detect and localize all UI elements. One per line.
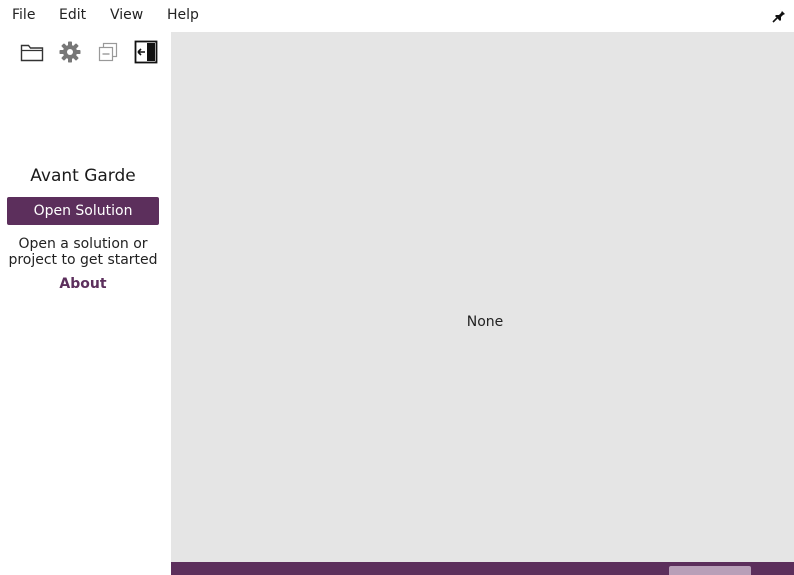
status-bar	[171, 562, 794, 575]
refresh-icon[interactable]	[219, 570, 239, 575]
menu-edit[interactable]: Edit	[59, 7, 86, 23]
menu-file[interactable]: File	[12, 7, 35, 23]
panel-icon[interactable]	[635, 570, 655, 575]
pin-icon[interactable]	[772, 8, 786, 24]
status-field[interactable]	[669, 566, 751, 575]
app-title: Avant Garde	[30, 166, 136, 186]
fullscreen-icon[interactable]	[597, 570, 617, 575]
menu-bar: File Edit View Help	[0, 0, 794, 32]
menu-help[interactable]: Help	[167, 7, 199, 23]
list-icon[interactable]	[179, 570, 201, 575]
folder-icon[interactable]	[20, 40, 44, 64]
menu-view[interactable]: View	[110, 7, 143, 23]
main-content-area: None	[171, 32, 794, 562]
collapse-all-icon[interactable]	[96, 40, 120, 64]
open-solution-button[interactable]: Open Solution	[7, 197, 159, 225]
layout-icon[interactable]	[765, 570, 785, 575]
hide-sidebar-icon[interactable]	[134, 40, 158, 64]
sidebar: Avant Garde Open Solution Open a solutio…	[0, 32, 171, 575]
gear-icon[interactable]	[58, 40, 82, 64]
empty-content-label: None	[466, 314, 504, 330]
get-started-hint: Open a solution or project to get starte…	[8, 236, 158, 268]
about-link[interactable]: About	[0, 276, 166, 292]
